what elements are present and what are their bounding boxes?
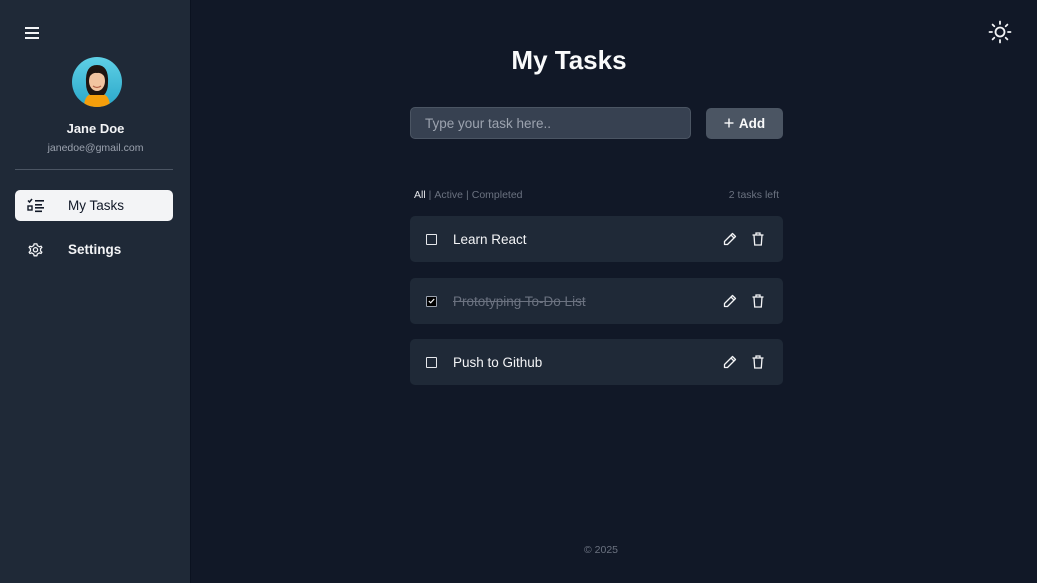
sidebar-divider (15, 169, 173, 170)
task-text: Push to Github (453, 354, 543, 370)
sidebar-item-settings[interactable]: Settings (15, 234, 173, 265)
trash-icon[interactable] (750, 355, 765, 370)
trash-icon[interactable] (750, 294, 765, 309)
gear-icon (26, 241, 44, 259)
edit-icon[interactable] (722, 232, 737, 247)
avatar (72, 57, 122, 107)
filter-active[interactable]: Active (434, 189, 463, 201)
task-filters: All | Active | Completed (414, 189, 523, 201)
task-text: Prototyping To-Do List (453, 293, 586, 309)
hamburger-icon[interactable] (22, 22, 42, 44)
task-list-icon (26, 197, 44, 215)
task-checkbox[interactable] (426, 356, 437, 368)
page-title: My Tasks (511, 45, 627, 75)
task-text: Learn React (453, 231, 527, 247)
footer-copyright: © 2025 (583, 544, 618, 556)
sun-icon[interactable] (987, 19, 1013, 45)
tasks-left-count: 2 tasks left (728, 189, 779, 201)
plus-icon (724, 116, 734, 131)
user-email: janedoe@gmail.com (47, 142, 144, 154)
filter-all[interactable]: All (414, 189, 426, 201)
task-item: Learn React (410, 216, 783, 262)
filter-separator: | (428, 189, 432, 201)
sidebar-item-label: My Tasks (68, 198, 125, 213)
filter-separator: | (466, 189, 469, 201)
add-button-label: Add (738, 116, 766, 131)
edit-icon[interactable] (722, 294, 737, 309)
trash-icon[interactable] (750, 232, 765, 247)
edit-icon[interactable] (722, 355, 737, 370)
filter-completed[interactable]: Completed (472, 189, 523, 201)
task-item: Prototyping To-Do List (410, 278, 783, 324)
sidebar-item-my-tasks[interactable]: My Tasks (15, 190, 173, 221)
sidebar: Jane Doe janedoe@gmail.com My Tasks Sett… (0, 0, 191, 583)
sidebar-item-label: Settings (68, 242, 122, 257)
task-checkbox[interactable] (426, 233, 437, 245)
task-item: Push to Github (410, 339, 783, 385)
user-name: Jane Doe (66, 121, 125, 136)
task-checkbox-checked[interactable] (426, 295, 437, 307)
checkmark-icon (428, 298, 435, 304)
add-task-button[interactable]: Add (706, 108, 783, 139)
task-input[interactable] (410, 107, 691, 139)
